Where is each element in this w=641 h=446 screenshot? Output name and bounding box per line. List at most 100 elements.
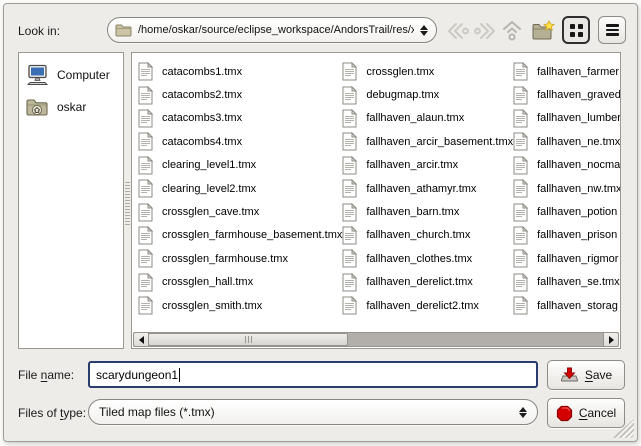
list-view-toggle[interactable] [598,16,626,44]
scrollbar-thumb[interactable] [148,333,348,346]
file-item[interactable]: fallhaven_lumber [513,107,621,130]
save-button-label: Save [585,368,612,382]
document-icon [513,249,528,268]
cancel-icon [556,405,573,422]
file-item[interactable]: clearing_level1.tmx [138,154,342,177]
file-item[interactable]: crossglen_farmhouse_basement.tmx [138,224,342,247]
up-folder-button[interactable] [500,17,524,45]
file-name-input[interactable]: scarydungeon1 [88,361,538,388]
file-item[interactable]: fallhaven_prison [513,224,621,247]
folder-icon [115,23,132,37]
list-view-icon [606,24,619,36]
file-name-text: fallhaven_nocma [537,159,620,171]
file-item[interactable]: clearing_level2.tmx [138,177,342,200]
file-name-text: clearing_level2.tmx [162,183,256,195]
file-item[interactable]: catacombs3.tmx [138,107,342,130]
file-name-text: crossglen_smith.tmx [162,300,262,312]
document-icon [342,296,357,315]
file-name-text: fallhaven_clothes.tmx [366,253,472,265]
file-name-text: crossglen_hall.tmx [162,276,253,288]
home-folder-icon [25,97,49,117]
file-name-text: fallhaven_farmer [537,66,619,78]
file-name-text: crossglen_cave.tmx [162,206,259,218]
file-item[interactable]: fallhaven_storag [513,294,621,317]
file-item[interactable]: fallhaven_ne.tmx [513,130,621,153]
file-name-text: fallhaven_athamyr.tmx [366,183,476,195]
document-icon [342,249,357,268]
up-folder-icon [501,20,523,42]
type-spinner-arrows[interactable] [519,407,527,418]
file-item[interactable]: fallhaven_alaun.tmx [342,107,513,130]
file-item[interactable]: catacombs1.tmx [138,60,342,83]
file-save-dialog: Look in: /home/oskar/source/eclipse_work… [3,3,638,442]
file-name-text: fallhaven_arcir_basement.tmx [366,136,513,148]
cancel-button[interactable]: Cancel [547,398,625,428]
document-icon [513,156,528,175]
file-item[interactable]: catacombs4.tmx [138,130,342,153]
file-item[interactable]: crossglen_cave.tmx [138,200,342,223]
document-icon [342,226,357,245]
document-icon [342,109,357,128]
document-icon [138,273,153,292]
document-icon [342,62,357,81]
document-icon [513,273,528,292]
scroll-right-arrow[interactable] [603,333,618,346]
file-item[interactable]: fallhaven_rigmor [513,247,621,270]
file-item[interactable]: fallhaven_se.tmx [513,271,621,294]
file-item[interactable]: debugmap.tmx [342,83,513,106]
file-type-combobox[interactable]: Tiled map files (*.tmx) [88,399,538,425]
horizontal-scrollbar[interactable] [133,332,619,347]
file-item[interactable]: fallhaven_clothes.tmx [342,247,513,270]
file-name-value: scarydungeon1 [96,368,178,382]
file-item[interactable]: crossglen_farmhouse.tmx [138,247,342,270]
file-item[interactable]: fallhaven_farmer [513,60,621,83]
file-item[interactable]: fallhaven_derelict.tmx [342,271,513,294]
file-name-text: fallhaven_ne.tmx [537,136,620,148]
file-column: crossglen.tmxdebugmap.tmxfallhaven_alaun… [342,60,513,317]
document-icon [138,226,153,245]
document-icon [138,179,153,198]
place-label: Computer [57,68,110,82]
document-icon [138,109,153,128]
path-combobox[interactable]: /home/oskar/source/eclipse_workspace/And… [107,17,437,43]
file-item[interactable]: fallhaven_barn.tmx [342,200,513,223]
file-name-text: catacombs3.tmx [162,112,242,124]
path-spinner-arrows[interactable] [420,25,428,36]
file-item[interactable]: fallhaven_church.tmx [342,224,513,247]
place-item-computer[interactable]: Computer [19,59,123,91]
document-icon [138,296,153,315]
document-icon [342,179,357,198]
forward-icon [473,21,497,41]
file-item[interactable]: crossglen.tmx [342,60,513,83]
file-name-text: fallhaven_lumber [537,112,621,124]
file-name-text: fallhaven_storag [537,300,618,312]
file-name-text: crossglen_farmhouse.tmx [162,253,288,265]
current-path: /home/oskar/source/eclipse_workspace/And… [138,24,414,36]
file-name-text: fallhaven_barn.tmx [366,206,459,218]
scroll-left-arrow[interactable] [134,333,149,346]
new-folder-button[interactable] [530,17,556,45]
grid-view-toggle[interactable] [562,16,590,44]
file-item[interactable]: fallhaven_arcir_basement.tmx [342,130,513,153]
document-icon [342,273,357,292]
file-item[interactable]: fallhaven_potion [513,200,621,223]
file-item[interactable]: crossglen_smith.tmx [138,294,342,317]
place-item-home[interactable]: oskar [19,91,123,123]
back-button[interactable] [445,17,471,45]
file-item[interactable]: fallhaven_arcir.tmx [342,154,513,177]
file-item[interactable]: fallhaven_derelict2.tmx [342,294,513,317]
file-name-text: fallhaven_derelict.tmx [366,276,472,288]
forward-button[interactable] [472,17,498,45]
file-item[interactable]: catacombs2.tmx [138,83,342,106]
file-item[interactable]: fallhaven_nocma [513,154,621,177]
text-caret [179,368,180,382]
new-folder-icon [531,20,555,42]
save-button[interactable]: Save [547,360,625,390]
document-icon [342,132,357,151]
file-item[interactable]: crossglen_hall.tmx [138,271,342,294]
file-item[interactable]: fallhaven_graved [513,83,621,106]
file-item[interactable]: fallhaven_athamyr.tmx [342,177,513,200]
file-column: fallhaven_farmer fallhaven_graved fallhave… [513,60,621,317]
navigation-bar: Look in: /home/oskar/source/eclipse_work… [4,17,637,47]
file-item[interactable]: fallhaven_nw.tmx [513,177,621,200]
